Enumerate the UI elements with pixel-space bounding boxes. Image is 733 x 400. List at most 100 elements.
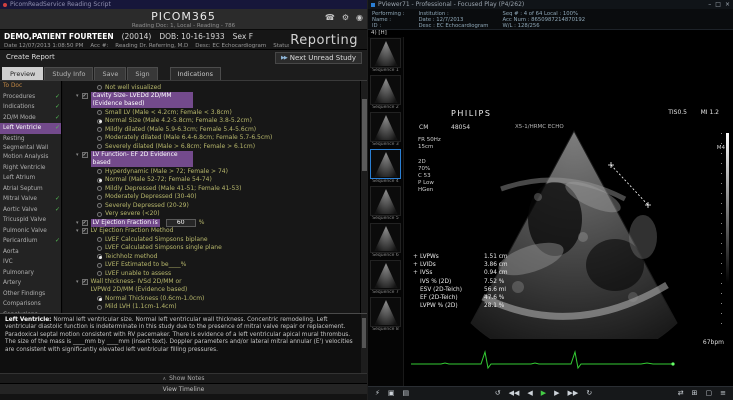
fullscreen-icon[interactable]: ▢ [706, 387, 713, 400]
sequence-thumbnail[interactable]: Sequence 5 [370, 186, 401, 222]
checklist-item[interactable]: Moderately Depressed (30-40) [63, 193, 360, 202]
tab-indications[interactable]: Indications [170, 67, 221, 80]
repeat-icon[interactable]: ↻ [586, 387, 592, 400]
step-back-icon[interactable]: ◀ [527, 387, 532, 400]
radio-icon[interactable] [97, 110, 102, 115]
radio-icon[interactable] [97, 212, 102, 217]
expand-arrow-icon[interactable]: ▾ [76, 219, 79, 227]
checklist-item[interactable]: Very severe (<20) [63, 210, 360, 219]
radio-icon[interactable] [97, 85, 102, 90]
checklist-item[interactable]: Normal Thickness (0.6cm-1.0cm) [63, 294, 360, 303]
checklist-item[interactable]: Moderately dilated (Male 6.4-6.8cm; Fema… [63, 134, 360, 143]
expand-arrow-icon[interactable]: ▾ [76, 151, 79, 159]
capture-icon[interactable]: ▣ [388, 387, 395, 400]
checklist-item[interactable]: Mild LVH (1.1cm-1.4cm) [63, 303, 360, 312]
sidebar-item-resting-segmental-wall-motion-analysis[interactable]: Resting Segmental Wall Motion Analysis [0, 134, 61, 163]
radio-icon[interactable] [97, 246, 102, 251]
maximize-button[interactable]: □ [715, 0, 721, 9]
radio-icon[interactable] [97, 263, 102, 268]
checkbox-icon[interactable]: ✓ [82, 279, 88, 285]
tab-study-info[interactable]: Study Info [44, 67, 93, 80]
sync-icon[interactable]: ⇄ [678, 387, 684, 400]
thumbnail-image[interactable] [370, 38, 401, 68]
checklist-item[interactable]: Mildly Depressed (Male 41-51; Female 41-… [63, 184, 360, 193]
create-report-link[interactable]: Create Report [6, 53, 55, 61]
sidebar-item-pericardium[interactable]: Pericardium✓ [0, 236, 61, 247]
sidebar-item-aortic-valve[interactable]: Aortic Valve✓ [0, 205, 61, 216]
sidebar-item-left-atrium[interactable]: Left Atrium [0, 173, 61, 184]
settings-icon[interactable]: ⚙ [342, 13, 349, 23]
expand-arrow-icon[interactable]: ▾ [76, 92, 79, 100]
sequence-thumbnail[interactable]: Sequence 3 [370, 112, 401, 148]
thumbnail-image[interactable] [370, 186, 401, 216]
sidebar-item-pulmonic-valve[interactable]: Pulmonic Valve [0, 226, 61, 237]
thumbnail-image[interactable] [370, 112, 401, 142]
radio-icon[interactable] [97, 119, 102, 124]
checklist-item[interactable]: Hyperdynamic (Male > 72; Female > 74) [63, 167, 360, 176]
sequence-thumbnail[interactable]: Sequence 8 [370, 297, 401, 333]
echo-image-viewport[interactable]: PHILIPS CM 48054 X5-1/HRMC ECHO TIS0.5 M… [405, 37, 733, 386]
checklist-item[interactable]: ▾✓Cavity Size- LVEDd 2D/MM (Evidence bas… [63, 92, 360, 109]
menu-icon[interactable]: ≡ [720, 387, 726, 400]
sidebar-item-other-findings[interactable]: Other Findings [0, 289, 61, 300]
scrollbar-thumb[interactable] [362, 318, 366, 348]
play-icon[interactable]: ▶ [541, 387, 546, 400]
checklist-item[interactable]: LVEF Calculated Simpsons biplane [63, 235, 360, 244]
radio-icon[interactable] [97, 296, 102, 301]
checklist-item[interactable]: Severely Depressed (20-29) [63, 201, 360, 210]
sequence-thumbnail[interactable]: Sequence 4 [370, 149, 401, 185]
sidebar-item-mitral-valve[interactable]: Mitral Valve✓ [0, 194, 61, 205]
sidebar-item-ivc[interactable]: IVC [0, 257, 61, 268]
previous-sequence-icon[interactable]: ◀◀ [509, 387, 520, 400]
thumbnail-image[interactable] [370, 260, 401, 290]
loop-icon[interactable]: ↺ [495, 387, 501, 400]
sequence-thumbnail[interactable]: Sequence 7 [370, 260, 401, 296]
sidebar-item-pulmonary-artery[interactable]: Pulmonary Artery [0, 268, 61, 289]
checklist-item[interactable]: Mildly dilated (Male 5.9-6.3cm; Female 5… [63, 125, 360, 134]
phone-icon[interactable]: ☎ [325, 13, 335, 23]
radio-icon[interactable] [97, 127, 102, 132]
radio-icon[interactable] [97, 178, 102, 183]
radio-icon[interactable] [97, 203, 102, 208]
checklist-item[interactable]: Not well visualized [63, 83, 360, 92]
sidebar-item-2d-m-mode[interactable]: 2D/M Mode✓ [0, 113, 61, 124]
sidebar-item-right-ventricle[interactable]: Right Ventricle [0, 163, 61, 174]
expand-arrow-icon[interactable]: ▾ [76, 278, 79, 286]
checklist-item[interactable]: Normal Size (Male 4.2-5.8cm; Female 3.8-… [63, 117, 360, 126]
checklist-item[interactable]: ▾✓LV Ejection Fraction is% [63, 218, 360, 227]
tab-sign[interactable]: Sign [127, 67, 157, 80]
sidebar-item-atrial-septum[interactable]: Atrial Septum [0, 184, 61, 195]
sidebar-item-procedures[interactable]: Procedures✓ [0, 92, 61, 103]
sidebar-item-comparisons[interactable]: Comparisons [0, 299, 61, 310]
checklist-item[interactable]: LVEF Calculated Simpsons single plane [63, 244, 360, 253]
checklist-item[interactable]: LVEF unable to assess [63, 269, 360, 278]
sidebar-item-left-ventricle[interactable]: Left Ventricle✓ [0, 123, 61, 134]
view-timeline-button[interactable]: View Timeline [0, 383, 367, 394]
checkbox-icon[interactable]: ✓ [82, 220, 88, 226]
thumbnail-image[interactable] [370, 149, 401, 179]
checklist-item[interactable]: ▾✓Wall thickness- IVSd 2D/MM or LVPWd 2D… [63, 278, 360, 295]
close-button[interactable]: × [725, 0, 730, 9]
layout-grid-icon[interactable]: ⊞ [692, 387, 698, 400]
thumbnail-image[interactable] [370, 297, 401, 327]
radio-icon[interactable] [97, 186, 102, 191]
show-notes-button[interactable]: ∧Show Notes [0, 373, 367, 383]
radio-icon[interactable] [97, 254, 102, 259]
checklist-item[interactable]: ▾✓LV Ejection Fraction Method [63, 227, 360, 236]
checklist-item[interactable]: Severely dilated (Male > 6.8cm; Female >… [63, 142, 360, 151]
checklist-item[interactable]: ▾✓LV Function- EF 2D Evidence based [63, 151, 360, 168]
tab-preview[interactable]: Preview [2, 67, 43, 80]
checklist-item[interactable]: LVEF Estimated to be____% [63, 261, 360, 270]
next-sequence-icon[interactable]: ▶▶ [568, 387, 579, 400]
radio-icon[interactable] [97, 237, 102, 242]
checklist-item[interactable]: Normal (Male 52-72; Female 54-74) [63, 176, 360, 185]
lightning-icon[interactable]: ⚡ [375, 387, 380, 400]
sequence-thumbnail[interactable]: Sequence 6 [370, 223, 401, 259]
checkbox-icon[interactable]: ✓ [82, 93, 88, 99]
radio-icon[interactable] [97, 195, 102, 200]
thumbnail-image[interactable] [370, 75, 401, 105]
expand-arrow-icon[interactable]: ▾ [76, 227, 79, 235]
minimize-button[interactable]: – [708, 0, 711, 9]
next-unread-study-button[interactable]: ▶▶ Next Unread Study [275, 52, 362, 64]
sequence-thumbnail[interactable]: Sequence 1 [370, 38, 401, 74]
